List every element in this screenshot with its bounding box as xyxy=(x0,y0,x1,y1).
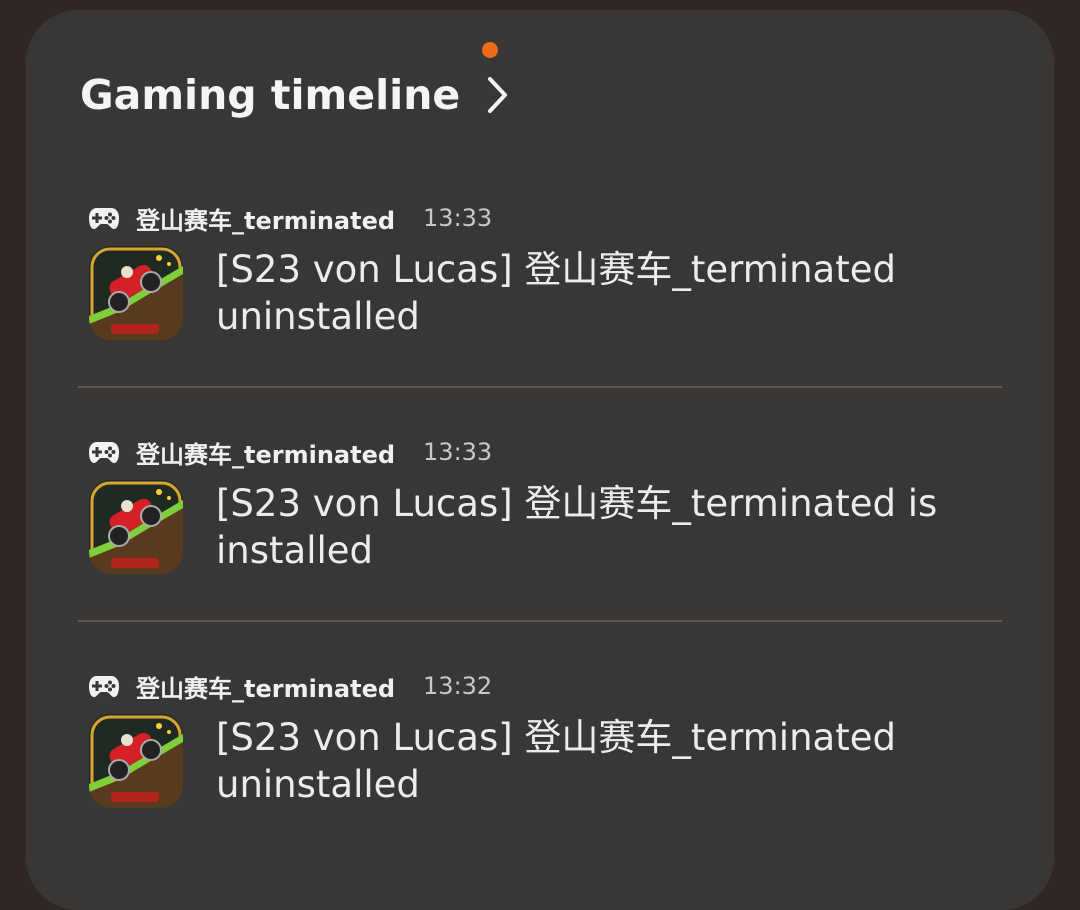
entry-app-name: 登山赛车_terminated xyxy=(136,674,396,703)
entry-meta: 登山赛车_terminated 13:33 xyxy=(88,196,492,240)
notification-dot xyxy=(482,42,498,58)
gaming-timeline-header[interactable]: Gaming timeline xyxy=(80,60,514,130)
entry-divider xyxy=(78,386,1002,388)
entry-message: [S23 von Lucas] 登山赛车_terminated uninstal… xyxy=(216,716,896,806)
entry-message: [S23 von Lucas] 登山赛车_terminated is insta… xyxy=(216,482,938,572)
entry-meta: 登山赛车_terminated 13:33 xyxy=(88,430,492,474)
hill-climb-racing-app-icon xyxy=(89,246,183,340)
entry-divider xyxy=(78,620,1002,622)
entry-time: 13:33 xyxy=(423,438,493,466)
gamepad-icon xyxy=(89,208,119,229)
hill-climb-racing-app-icon xyxy=(89,480,183,574)
gaming-timeline-card: Gaming timeline 登山赛车_terminated 13:33 [S… xyxy=(26,10,1054,910)
entry-app-name: 登山赛车_terminated xyxy=(136,206,396,235)
entry-time: 13:32 xyxy=(423,672,493,700)
chevron-right-icon[interactable] xyxy=(480,75,514,115)
timeline-entry[interactable]: 登山赛车_terminated 13:32 [S23 von Lucas] 登山… xyxy=(26,664,1054,898)
hill-climb-racing-app-icon xyxy=(89,714,183,808)
timeline-entry[interactable]: 登山赛车_terminated 13:33 [S23 von Lucas] 登山… xyxy=(26,196,1054,430)
timeline-entry[interactable]: 登山赛车_terminated 13:33 [S23 von Lucas] 登山… xyxy=(26,430,1054,664)
entry-app-name: 登山赛车_terminated xyxy=(136,440,396,469)
gamepad-icon xyxy=(89,676,119,697)
gaming-timeline-title[interactable]: Gaming timeline xyxy=(80,71,460,119)
gamepad-icon xyxy=(89,442,119,463)
entry-time: 13:33 xyxy=(423,204,493,232)
entry-meta: 登山赛车_terminated 13:32 xyxy=(88,664,492,708)
entry-message: [S23 von Lucas] 登山赛车_terminated uninstal… xyxy=(216,248,896,338)
